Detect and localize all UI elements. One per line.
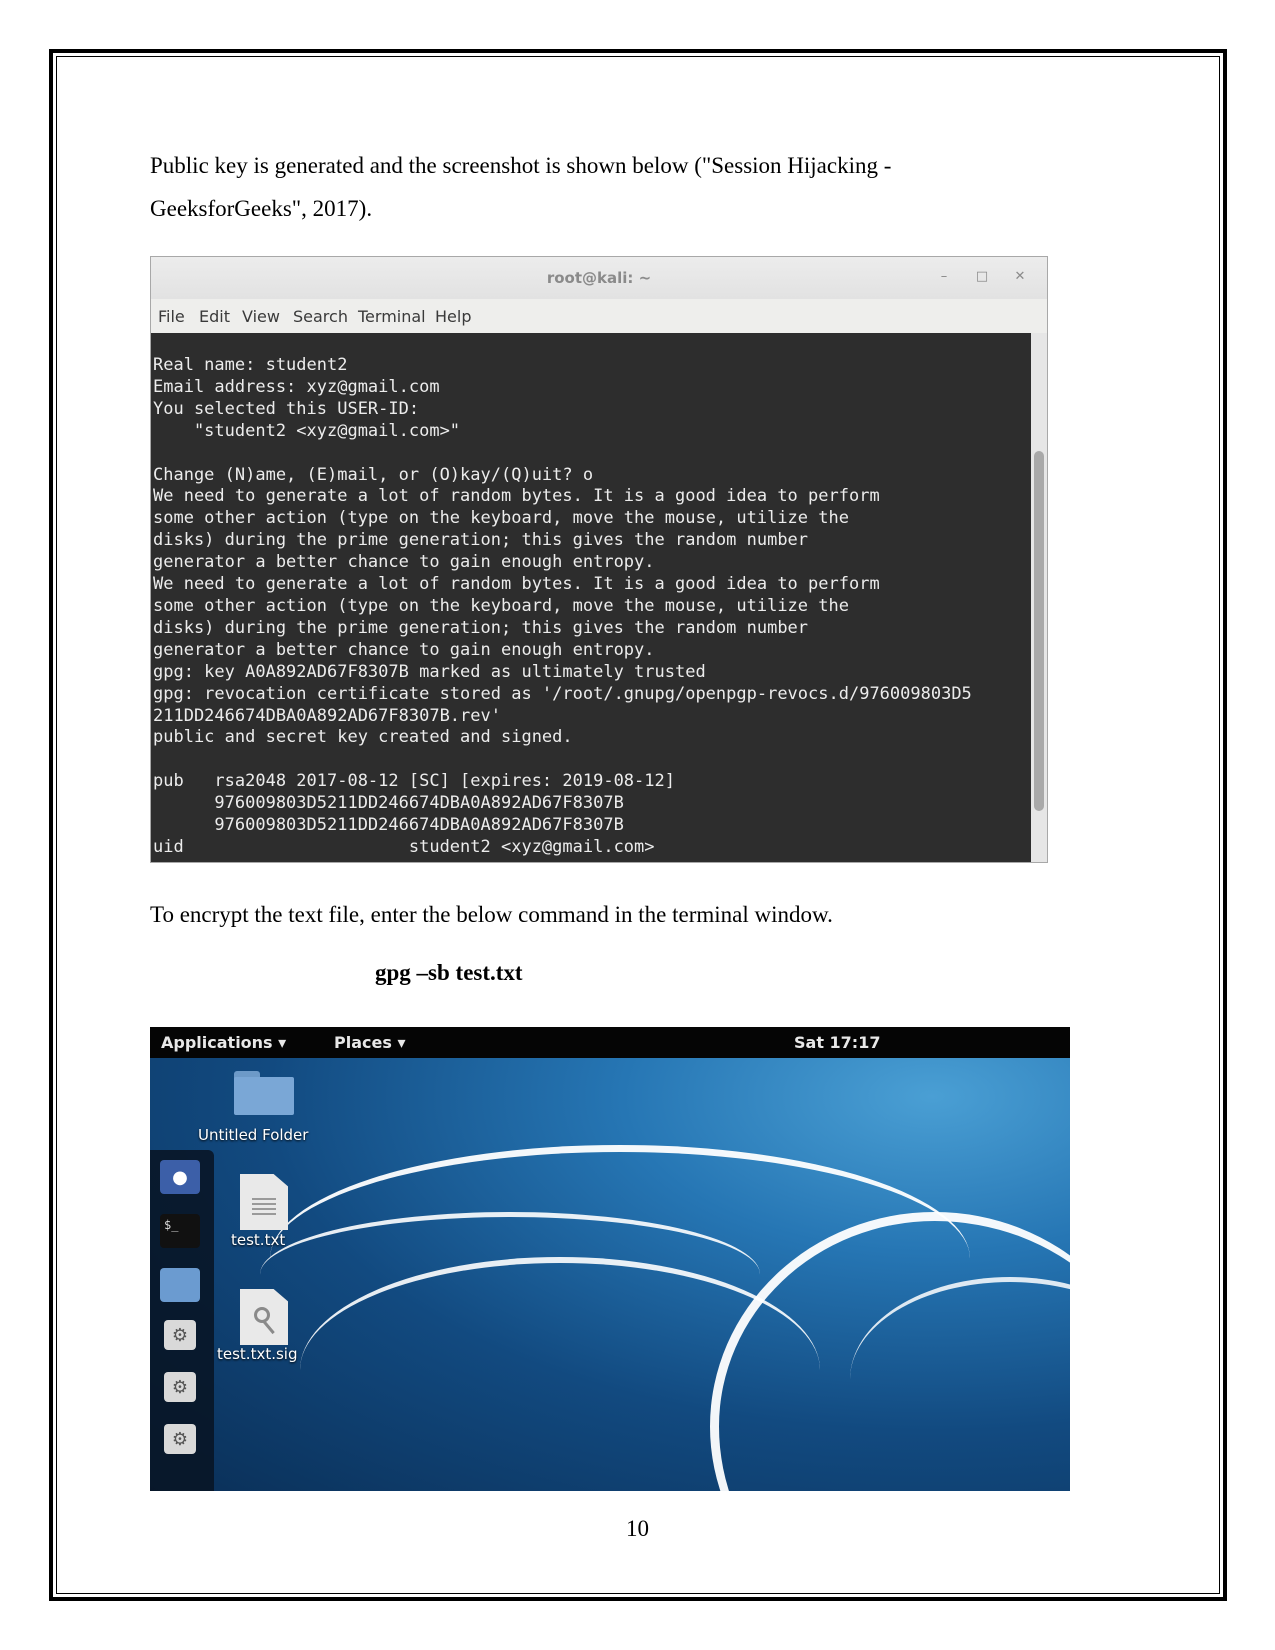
scrollbar-thumb[interactable] [1034, 451, 1044, 811]
clock[interactable]: Sat 17:17 [794, 1033, 880, 1052]
maximize-icon[interactable]: □ [971, 266, 993, 288]
terminal-line: gpg: revocation certificate stored as '/… [153, 683, 972, 704]
terminal-line: gpg: key A0A892AD67F8307B marked as ulti… [153, 661, 706, 682]
terminal-line: 211DD246674DBA0A892AD67F8307B.rev' [153, 705, 501, 726]
terminal-output: Real name: student2 Email address: xyz@g… [151, 333, 1031, 859]
terminal-line: "student2 <xyz@gmail.com>" [193, 420, 461, 441]
menu-search[interactable]: Search [293, 307, 348, 326]
terminal-line: generator a better chance to gain enough… [153, 639, 655, 660]
terminal-menubar: File Edit View Search Terminal Help [151, 301, 1047, 331]
file2-label[interactable]: test.txt.sig [217, 1345, 298, 1363]
app-icon[interactable]: ● [160, 1160, 200, 1194]
terminal-line: 976009803D5211DD246674DBA0A892AD67F8307B [214, 793, 624, 814]
settings-icon[interactable]: ⚙ [164, 1320, 196, 1350]
terminal-line: generator a better chance to gain enough… [153, 552, 655, 573]
terminal-title: root@kali: ~ [546, 269, 652, 287]
terminal-output-area[interactable]: Real name: student2 Email address: xyz@g… [151, 333, 1031, 862]
terminal-line: public and secret key created and signed… [153, 727, 573, 748]
close-icon[interactable]: ✕ [1009, 266, 1031, 288]
terminal-line: We need to generate a lot of random byte… [153, 574, 880, 595]
menu-terminal[interactable]: Terminal [358, 307, 426, 326]
terminal-line: disks) during the prime generation; this… [153, 617, 809, 638]
terminal-icon[interactable]: $_ [160, 1214, 200, 1248]
command-text: gpg –sb test.txt [375, 960, 523, 985]
menu-help[interactable]: Help [435, 307, 471, 326]
terminal-line: pub rsa2048 2017-08-12 [SC] [expires: 20… [153, 771, 675, 792]
encrypt-paragraph: To encrypt the text file, enter the belo… [150, 902, 833, 927]
applications-menu[interactable]: Applications ▾ [161, 1033, 286, 1052]
top-panel: Applications ▾ Places ▾ Sat 17:17 [150, 1027, 1070, 1058]
page-number: 10 [626, 1516, 649, 1541]
text-file-icon[interactable] [240, 1174, 288, 1230]
terminal-line: uid student2 <xyz@gmail.com> [153, 836, 655, 857]
desktop-screenshot: Applications ▾ Places ▾ Sat 17:17 Untitl… [150, 1027, 1070, 1491]
menu-edit[interactable]: Edit [199, 307, 230, 326]
settings-icon[interactable]: ⚙ [164, 1372, 196, 1402]
folder-icon[interactable] [160, 1268, 200, 1302]
places-menu[interactable]: Places ▾ [334, 1033, 405, 1052]
terminal-line: some other action (type on the keyboard,… [153, 508, 849, 529]
terminal-line: 976009803D5211DD246674DBA0A892AD67F8307B [214, 815, 624, 836]
minimize-icon[interactable]: – [933, 266, 955, 288]
terminal-line: We need to generate a lot of random byte… [153, 486, 880, 507]
dock: ● $_ ⚙ ⚙ ⚙ [150, 1150, 214, 1491]
key-file-icon[interactable] [240, 1289, 288, 1345]
folder-label[interactable]: Untitled Folder [198, 1126, 308, 1144]
menu-file[interactable]: File [158, 307, 185, 326]
settings-icon[interactable]: ⚙ [164, 1424, 196, 1454]
terminal-line: disks) during the prime generation; this… [153, 530, 809, 551]
terminal-screenshot: root@kali: ~ – □ ✕ File Edit View Search… [150, 256, 1048, 863]
menu-view[interactable]: View [242, 307, 280, 326]
terminal-line: You selected this USER-ID: [153, 398, 420, 419]
terminal-line: Email address: xyz@gmail.com [153, 376, 440, 397]
terminal-line: some other action (type on the keyboard,… [153, 595, 849, 616]
folder-icon[interactable] [234, 1071, 294, 1115]
intro-paragraph: Public key is generated and the screensh… [150, 153, 892, 221]
terminal-titlebar: root@kali: ~ – □ ✕ [151, 257, 1047, 299]
file1-label[interactable]: test.txt [231, 1231, 285, 1249]
terminal-scrollbar[interactable] [1031, 333, 1047, 862]
terminal-line: Change (N)ame, (E)mail, or (O)kay/(Q)uit… [153, 464, 594, 485]
terminal-line: Real name: student2 [153, 355, 348, 375]
